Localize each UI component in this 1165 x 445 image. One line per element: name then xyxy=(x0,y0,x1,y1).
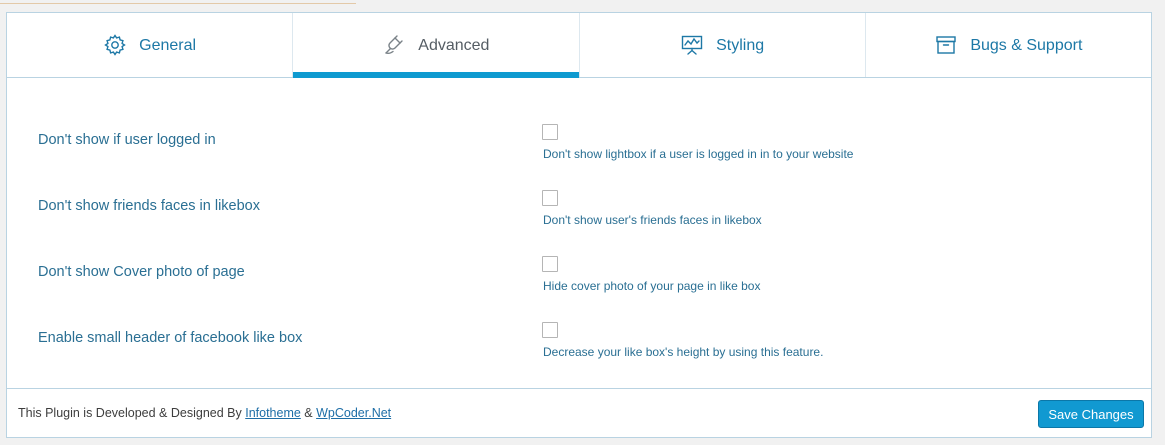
save-changes-button[interactable]: Save Changes xyxy=(1038,400,1144,428)
setting-checkbox[interactable] xyxy=(542,190,558,206)
tab-label: Bugs & Support xyxy=(970,37,1083,54)
plug-icon xyxy=(382,33,406,57)
setting-row: Don't show Cover photo of page Hide cove… xyxy=(7,256,1151,296)
developer-credit: This Plugin is Developed & Designed By I… xyxy=(18,406,391,420)
tab-bar: General Advanced Styling Bugs & Support xyxy=(7,13,1151,78)
setting-label: Don't show if user logged in xyxy=(38,132,216,148)
tab-advanced[interactable]: Advanced xyxy=(293,13,580,78)
setting-row: Don't show friends faces in likebox Don'… xyxy=(7,190,1151,230)
gear-icon xyxy=(103,33,127,57)
setting-label: Enable small header of facebook like box xyxy=(38,330,303,346)
credit-prefix: This Plugin is Developed & Designed By xyxy=(18,406,246,420)
wpcoder-link[interactable]: WpCoder.Net xyxy=(316,406,391,420)
tab-general[interactable]: General xyxy=(7,13,294,77)
setting-description: Don't show user's friends faces in likeb… xyxy=(543,213,762,227)
setting-label: Don't show Cover photo of page xyxy=(38,264,245,280)
top-edge-decoration xyxy=(0,0,356,4)
tab-label: General xyxy=(139,37,197,54)
setting-checkbox[interactable] xyxy=(542,322,558,338)
tab-label: Styling xyxy=(716,37,765,54)
tab-label: Advanced xyxy=(418,37,490,54)
presentation-board-icon xyxy=(680,33,704,57)
setting-checkbox[interactable] xyxy=(542,256,558,272)
setting-checkbox[interactable] xyxy=(542,124,558,140)
setting-description: Don't show lightbox if a user is logged … xyxy=(543,147,854,161)
setting-description: Decrease your like box's height by using… xyxy=(543,345,824,359)
setting-description: Hide cover photo of your page in like bo… xyxy=(543,279,761,293)
setting-row: Don't show if user logged in Don't show … xyxy=(7,124,1151,164)
panel-footer: This Plugin is Developed & Designed By I… xyxy=(7,388,1151,437)
setting-label: Don't show friends faces in likebox xyxy=(38,198,260,214)
setting-row: Enable small header of facebook like box… xyxy=(7,322,1151,362)
settings-panel: General Advanced Styling Bugs & Support … xyxy=(6,12,1152,438)
tab-styling[interactable]: Styling xyxy=(580,13,866,77)
archive-box-icon xyxy=(934,33,958,57)
advanced-settings: Don't show if user logged in Don't show … xyxy=(7,79,1151,388)
tab-bugs-support[interactable]: Bugs & Support xyxy=(866,13,1151,77)
credit-separator: & xyxy=(300,406,317,420)
infotheme-link[interactable]: Infotheme xyxy=(245,406,301,420)
